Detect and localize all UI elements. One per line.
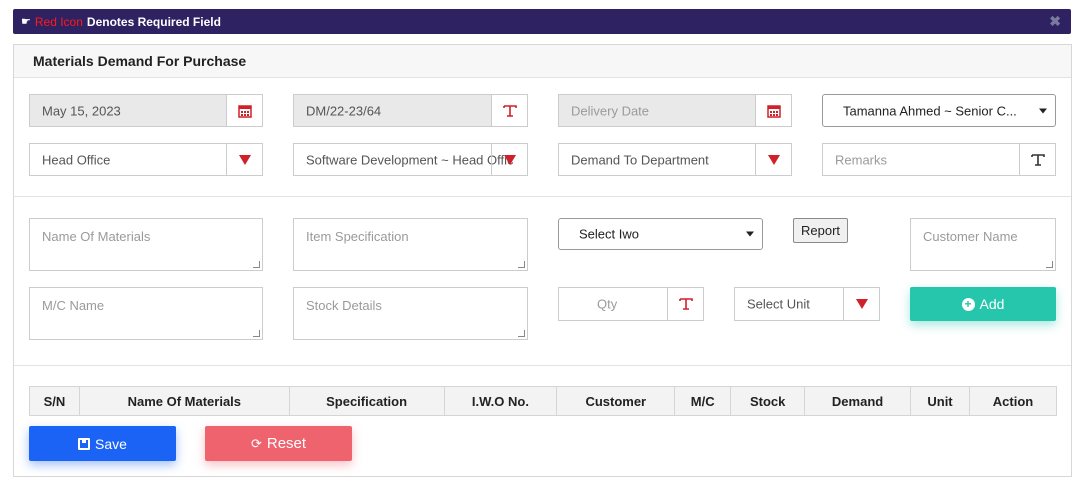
dropdown-triangle-icon[interactable] [226, 144, 262, 175]
text-icon [667, 288, 703, 320]
materials-table: S/N Name Of Materials Specification I.W.… [29, 386, 1058, 416]
mc-name-input[interactable]: M/C Name [29, 287, 263, 340]
office-value: Head Office [42, 152, 111, 167]
stock-details-input[interactable]: Stock Details [293, 287, 528, 340]
resize-grip-icon[interactable] [1046, 261, 1053, 268]
demand-no-field[interactable]: DM/22-23/64 [293, 94, 528, 127]
customer-name-placeholder: Customer Name [923, 229, 1018, 244]
reset-button-label: Reset [266, 435, 307, 452]
material-name-input[interactable]: Name Of Materials [29, 218, 263, 271]
mc-name-placeholder: M/C Name [42, 298, 105, 313]
delivery-date-field[interactable]: Delivery Date [558, 94, 792, 127]
save-button-label: Save [95, 435, 127, 452]
column-header: Specification [288, 386, 445, 416]
calendar-icon[interactable] [226, 95, 262, 126]
iwo-select[interactable]: Select Iwo [558, 218, 763, 250]
column-header: I.W.O No. [443, 386, 558, 416]
resize-grip-icon[interactable] [518, 330, 525, 337]
column-header: Unit [910, 386, 970, 416]
floppy-disk-icon [78, 437, 91, 450]
required-field-notice: ☛ Red Icon Denotes Required Field ✖ [13, 9, 1071, 34]
calendar-icon[interactable] [755, 95, 791, 126]
text-icon [1019, 144, 1055, 175]
column-header: Demand [804, 386, 912, 416]
resize-grip-icon[interactable] [518, 261, 525, 268]
office-select[interactable]: Head Office [29, 143, 263, 176]
column-header: Action [968, 386, 1058, 416]
qty-placeholder: Qty [597, 296, 618, 312]
iwo-selected: Select Iwo [579, 226, 639, 242]
chevron-down-icon [746, 231, 754, 237]
text-icon [491, 95, 527, 126]
close-icon[interactable]: ✖ [1049, 13, 1061, 30]
unit-select[interactable]: Select Unit [734, 287, 880, 321]
demand-no-value: DM/22-23/64 [306, 103, 382, 118]
employee-select[interactable]: Tamanna Ahmed ~ Senior C... [822, 94, 1056, 127]
notice-white-text: Denotes Required Field [86, 14, 221, 29]
dropdown-triangle-icon[interactable] [843, 288, 879, 320]
column-header: Name Of Materials [78, 386, 290, 416]
column-header: Customer [556, 386, 676, 416]
remarks-field[interactable]: Remarks [822, 143, 1056, 176]
date-value: May 15, 2023 [42, 103, 121, 118]
column-header: S/N [29, 386, 80, 416]
resize-grip-icon[interactable] [253, 330, 260, 337]
remarks-placeholder: Remarks [835, 152, 888, 167]
delivery-date-placeholder: Delivery Date [571, 103, 650, 118]
department-value: Software Development ~ Head Offic [306, 152, 514, 167]
section-divider [14, 365, 1071, 366]
notice-red-text: Red Icon [34, 14, 83, 29]
report-button[interactable]: Report [793, 218, 848, 243]
dropdown-triangle-icon[interactable] [755, 144, 791, 175]
unit-value: Select Unit [747, 296, 810, 312]
section-divider [14, 196, 1071, 197]
chevron-down-icon [1039, 108, 1047, 113]
plus-circle-icon: + [961, 297, 975, 311]
demand-to-value: Demand To Department [571, 152, 709, 167]
panel-title: Materials Demand For Purchase [33, 53, 247, 69]
date-field[interactable]: May 15, 2023 [29, 94, 263, 127]
panel-header: Materials Demand For Purchase [14, 45, 1071, 78]
add-button-label: Add [979, 296, 1005, 312]
hand-point-right-icon: ☛ [21, 16, 31, 28]
item-specification-placeholder: Item Specification [306, 229, 409, 244]
save-button[interactable]: Save [29, 426, 176, 461]
item-specification-input[interactable]: Item Specification [293, 218, 528, 271]
reset-button[interactable]: ⟳ Reset [205, 426, 352, 461]
demand-to-department-select[interactable]: Demand To Department [558, 143, 792, 176]
stock-details-placeholder: Stock Details [306, 298, 382, 313]
table-header-row: S/N Name Of Materials Specification I.W.… [29, 386, 1058, 416]
dropdown-triangle-icon[interactable] [491, 144, 527, 175]
column-header: M/C [674, 386, 732, 416]
column-header: Stock [730, 386, 806, 416]
qty-input[interactable]: Qty [558, 287, 704, 321]
add-button[interactable]: + Add [910, 287, 1056, 321]
refresh-icon: ⟳ [250, 435, 262, 451]
department-select[interactable]: Software Development ~ Head Offic [293, 143, 528, 176]
material-name-placeholder: Name Of Materials [42, 229, 151, 244]
materials-demand-panel: Materials Demand For Purchase May 15, 20… [13, 44, 1072, 477]
resize-grip-icon[interactable] [253, 261, 260, 268]
customer-name-input[interactable]: Customer Name [910, 218, 1056, 271]
employee-selected: Tamanna Ahmed ~ Senior C... [843, 103, 1017, 118]
